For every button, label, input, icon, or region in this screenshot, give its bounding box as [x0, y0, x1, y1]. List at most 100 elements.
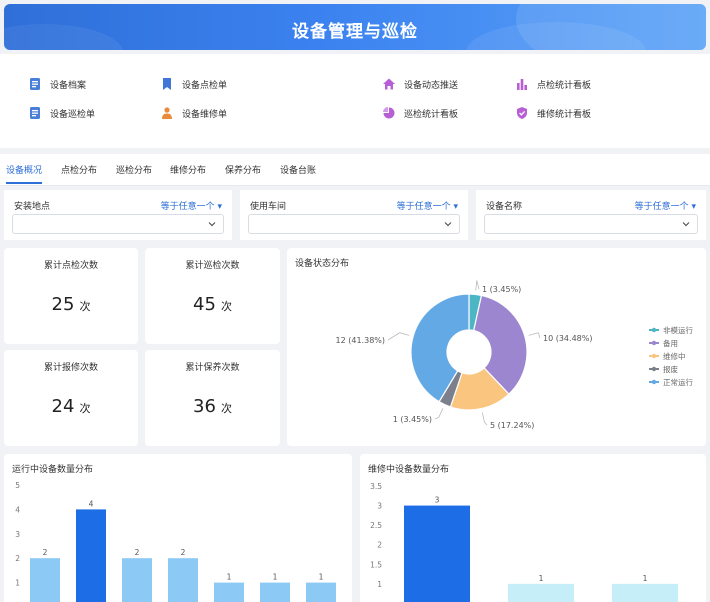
- filter-select[interactable]: [12, 214, 224, 234]
- stat-label: 累计点检次数: [43, 261, 98, 271]
- tab-equipment-ledger[interactable]: 设备台账: [280, 163, 316, 176]
- bar[interactable]: [168, 558, 198, 602]
- status-distribution-card: 设备状态分布 1 (3.45%) 10 (34.48%) 5 (17.24%) 1 (…: [287, 248, 706, 446]
- slice-label-2: 10 (34.48%): [543, 334, 592, 343]
- filter-select[interactable]: [248, 214, 460, 234]
- legend-marker-dot: [651, 353, 657, 359]
- stat-unit: 次: [79, 402, 91, 415]
- filter-operator-label: 等于任意一个: [396, 202, 451, 212]
- bar-value-label: 4: [89, 499, 94, 508]
- tab-spot-check-distribution[interactable]: 点检分布: [61, 163, 97, 176]
- legend-item[interactable]: 报废: [663, 364, 678, 374]
- tab-repair-distribution[interactable]: 维修分布: [170, 163, 206, 176]
- y-tick-label: 1: [377, 580, 382, 589]
- filter-operator-dropdown[interactable]: 等于任意一个 ▾: [397, 199, 458, 212]
- worker-icon: [162, 107, 172, 119]
- quick-link-label: 设备维修单: [182, 109, 228, 120]
- bar[interactable]: [306, 582, 336, 602]
- y-tick-label: 3: [15, 530, 20, 539]
- slice-leader-line: [387, 332, 410, 341]
- quick-links-panel: 设备档案 设备点检单 设备动态推送 点检统计看板 设备巡检单 设备维修单 巡检统…: [0, 54, 710, 148]
- slice-leader-line: [434, 408, 444, 420]
- bar[interactable]: [214, 582, 244, 602]
- y-tick-label: 4: [15, 505, 20, 514]
- filter-operator-label: 等于任意一个: [634, 202, 689, 212]
- legend-item[interactable]: 备用: [663, 338, 678, 348]
- y-tick-label: 3: [377, 502, 382, 511]
- stat-label: 累计巡检次数: [185, 261, 240, 271]
- page-title: 设备管理与巡检: [292, 22, 418, 42]
- bar-value-label: 2: [181, 548, 186, 557]
- quick-link-label: 维修统计看板: [537, 109, 592, 120]
- bar-value-label: 1: [227, 573, 232, 582]
- header-banner: 设备管理与巡检: [4, 4, 706, 50]
- bar[interactable]: [122, 558, 152, 602]
- filter-operator-dropdown[interactable]: 等于任意一个 ▾: [635, 199, 696, 212]
- bar[interactable]: [260, 582, 290, 602]
- filter-select[interactable]: [484, 214, 698, 234]
- quick-link-inspection-dashboard[interactable]: 巡检统计看板: [382, 105, 458, 121]
- stat-number: 45: [193, 294, 216, 315]
- bar[interactable]: [76, 509, 106, 602]
- quick-link-repair-dashboard[interactable]: 维修统计看板: [515, 105, 591, 121]
- y-tick-label: 1.5: [370, 560, 382, 569]
- filter-workshop: 使用车间 等于任意一个 ▾: [240, 190, 468, 240]
- running-equipment-bar-chart: 1 2 3 4 5 2 4 2 2 1 1 1: [15, 481, 336, 602]
- bar-chart-icon: [517, 79, 527, 90]
- stat-unit: 次: [79, 300, 91, 313]
- home-icon: [383, 78, 395, 90]
- chevron-down-icon: [682, 222, 690, 227]
- shield-icon: [517, 107, 527, 119]
- caret-down-icon: ▾: [691, 202, 696, 212]
- bar[interactable]: [404, 505, 470, 602]
- tab-maintenance-distribution[interactable]: 保养分布: [225, 163, 261, 176]
- quick-link-dynamic-push[interactable]: 设备动态推送: [382, 76, 458, 92]
- running-equipment-card: 运行中设备数量分布 123452422111: [4, 454, 352, 602]
- quick-link-spot-check-order[interactable]: 设备点检单: [160, 76, 227, 92]
- quick-link-label: 巡检统计看板: [404, 109, 459, 120]
- stat-card-repair-report: 累计报修次数 24 次: [4, 350, 138, 446]
- legend-item[interactable]: 正常运行: [663, 377, 693, 387]
- legend-item[interactable]: 非模运行: [663, 325, 693, 335]
- quick-link-inspection-order[interactable]: 设备巡检单: [28, 105, 95, 121]
- bar[interactable]: [508, 583, 574, 602]
- bar-value-label: 2: [135, 548, 140, 557]
- repair-equipment-card: 维修中设备数量分布 1 1.5 2 2.5 3 3.5 3 1 1: [360, 454, 706, 602]
- status-donut-chart: 1 (3.45%) 10 (34.48%) 5 (17.24%) 1 (3.45%) 1…: [336, 280, 693, 430]
- y-tick-label: 3.5: [370, 482, 382, 491]
- stat-card-spot-check: 累计点检次数 25 次: [4, 248, 138, 344]
- stat-value: 45 次: [145, 294, 280, 315]
- slice-label-5: 12 (41.38%): [336, 336, 385, 345]
- tab-inspection-distribution[interactable]: 巡检分布: [116, 163, 152, 176]
- legend-item[interactable]: 维修中: [663, 351, 686, 361]
- quick-link-equipment-archive[interactable]: 设备档案: [28, 76, 86, 92]
- filter-operator-label: 等于任意一个: [160, 202, 215, 212]
- quick-link-label: 设备点检单: [182, 80, 228, 91]
- bar-value-label: 3: [435, 496, 440, 505]
- tab-overview[interactable]: 设备概况: [6, 163, 42, 176]
- slice-label-1: 1 (3.45%): [482, 285, 521, 294]
- bar[interactable]: [30, 558, 60, 602]
- slice-label-4: 1 (3.45%): [393, 415, 432, 424]
- bar-value-label: 1: [319, 573, 324, 582]
- document-icon: [30, 107, 40, 119]
- slice-label-3: 5 (17.24%): [490, 421, 534, 430]
- quick-link-spot-check-dashboard[interactable]: 点检统计看板: [515, 76, 591, 92]
- bar[interactable]: [612, 583, 678, 602]
- stat-value: 24 次: [4, 396, 138, 417]
- quick-link-label: 设备档案: [50, 80, 87, 91]
- filter-label: 安装地点: [14, 202, 51, 212]
- bookmark-icon: [163, 78, 171, 90]
- pie-chart-icon: [383, 107, 395, 119]
- stat-number: 25: [51, 294, 75, 315]
- stat-unit: 次: [220, 300, 232, 313]
- stat-card-maintenance: 累计保养次数 36 次: [145, 350, 280, 446]
- slice-leader-line: [475, 280, 480, 291]
- slice-leader-line: [481, 412, 488, 426]
- quick-link-repair-order[interactable]: 设备维修单: [160, 105, 227, 121]
- filter-operator-dropdown[interactable]: 等于任意一个 ▾: [161, 199, 222, 212]
- caret-down-icon: ▾: [217, 202, 222, 212]
- stat-unit: 次: [220, 402, 232, 415]
- filter-label: 使用车间: [250, 202, 287, 212]
- document-icon: [30, 78, 40, 90]
